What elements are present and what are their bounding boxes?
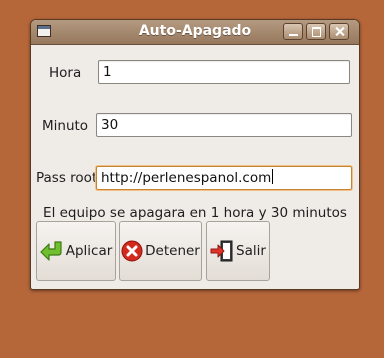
auto-apagado-window: Auto-Apagado Hora 1 Minuto 30 Pass root … — [30, 19, 360, 290]
minuto-input[interactable]: 30 — [96, 113, 352, 137]
close-button[interactable] — [329, 23, 349, 40]
exit-door-icon — [210, 239, 234, 263]
maximize-button[interactable] — [306, 23, 326, 40]
minimize-button[interactable] — [283, 23, 303, 40]
minuto-label: Minuto — [42, 118, 89, 134]
aplicar-button[interactable]: Aplicar — [36, 221, 116, 281]
hora-input[interactable]: 1 — [98, 60, 350, 84]
hora-label: Hora — [49, 65, 82, 81]
hora-value: 1 — [103, 64, 112, 80]
aplicar-label: Aplicar — [65, 243, 113, 259]
pass-root-input[interactable]: http://perlenespanol.com — [96, 166, 352, 190]
detener-button[interactable]: Detener — [119, 221, 202, 281]
title-bar[interactable]: Auto-Apagado — [31, 20, 359, 45]
text-caret — [272, 169, 274, 184]
green-arrow-icon — [40, 240, 64, 262]
status-message: El equipo se apagara en 1 hora y 30 minu… — [43, 205, 347, 221]
salir-button[interactable]: Salir — [206, 221, 270, 281]
salir-label: Salir — [236, 243, 266, 259]
minuto-value: 30 — [101, 117, 119, 133]
detener-label: Detener — [145, 243, 200, 259]
pass-root-label: Pass root — [36, 170, 98, 186]
pass-root-value: http://perlenespanol.com — [101, 170, 272, 186]
red-stop-icon — [121, 240, 143, 262]
